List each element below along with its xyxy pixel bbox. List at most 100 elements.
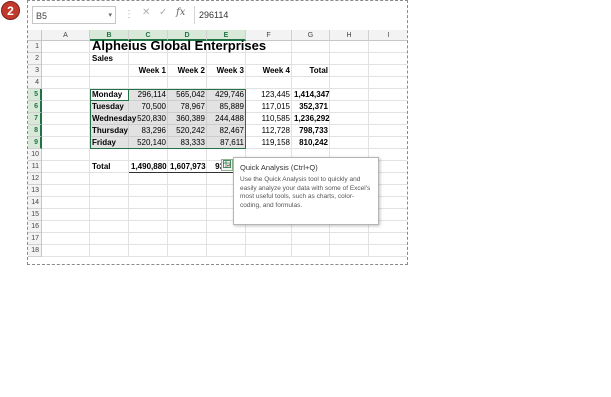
row-header-17[interactable]: 17 [28, 233, 42, 245]
grid-cell[interactable] [292, 41, 330, 53]
grid-cell[interactable] [42, 197, 90, 209]
grid-cell[interactable] [292, 53, 330, 65]
grid-cell[interactable] [129, 209, 168, 221]
row-header-6[interactable]: 6 [28, 101, 42, 113]
row-header-16[interactable]: 16 [28, 221, 42, 233]
grid-cell[interactable] [369, 125, 407, 137]
grid-cell[interactable] [246, 233, 292, 245]
grid-cell[interactable] [42, 233, 90, 245]
grid-cell[interactable] [369, 77, 407, 89]
grid-cell[interactable] [42, 161, 90, 173]
grid-cell[interactable] [168, 209, 207, 221]
grid-cell[interactable] [129, 77, 168, 89]
grid-cell[interactable] [129, 245, 168, 257]
row-header-11[interactable]: 11 [28, 161, 42, 173]
column-header-g[interactable]: G [292, 30, 330, 41]
row-header-9[interactable]: 9 [28, 137, 42, 149]
grid-cell[interactable] [90, 221, 129, 233]
grid-cell[interactable] [90, 185, 129, 197]
grid-cell[interactable] [42, 101, 90, 113]
grid-cell[interactable] [246, 245, 292, 257]
row-header-2[interactable]: 2 [28, 53, 42, 65]
row-header-13[interactable]: 13 [28, 185, 42, 197]
grid-cell[interactable] [129, 53, 168, 65]
grid-cell[interactable] [207, 77, 246, 89]
grid-cell[interactable] [42, 137, 90, 149]
grid-cell[interactable] [292, 77, 330, 89]
grid-cell[interactable] [168, 197, 207, 209]
grid-cell[interactable] [42, 89, 90, 101]
column-header-h[interactable]: H [330, 30, 369, 41]
grid-cell[interactable] [42, 53, 90, 65]
grid-cell[interactable] [42, 185, 90, 197]
grid-cell[interactable] [330, 101, 369, 113]
grid-cell[interactable] [369, 53, 407, 65]
grid-cell[interactable] [168, 233, 207, 245]
grid-cell[interactable] [90, 233, 129, 245]
grid-cell[interactable] [129, 185, 168, 197]
grid-cell[interactable] [129, 197, 168, 209]
row-header-8[interactable]: 8 [28, 125, 42, 137]
row-header-1[interactable]: 1 [28, 41, 42, 53]
grid-cell[interactable] [292, 233, 330, 245]
grid-cell[interactable] [90, 149, 129, 161]
worksheet-grid[interactable]: A B C D E F G H I 1 2 3 4 5 6 7 8 9 10 11 12 13 14 15 16 17 18 Alph… [28, 30, 407, 264]
grid-cell[interactable] [168, 185, 207, 197]
grid-cell[interactable] [168, 149, 207, 161]
grid-cell[interactable] [330, 233, 369, 245]
grid-cell[interactable] [246, 77, 292, 89]
row-header-15[interactable]: 15 [28, 209, 42, 221]
grid-cell[interactable] [90, 65, 129, 77]
grid-cell[interactable] [369, 41, 407, 53]
grid-cell[interactable] [292, 245, 330, 257]
grid-cell[interactable] [129, 233, 168, 245]
grid-cell[interactable] [369, 113, 407, 125]
grid-cell[interactable] [246, 53, 292, 65]
grid-cell[interactable] [330, 245, 369, 257]
row-header-10[interactable]: 10 [28, 149, 42, 161]
grid-cell[interactable] [129, 173, 168, 185]
name-box[interactable]: B5 ▾ [32, 6, 116, 24]
grid-cell[interactable] [90, 77, 129, 89]
chevron-down-icon[interactable]: ▾ [108, 7, 112, 25]
row-header-7[interactable]: 7 [28, 113, 42, 125]
row-header-18[interactable]: 18 [28, 245, 42, 257]
grid-cell[interactable] [168, 77, 207, 89]
grid-cell[interactable] [207, 53, 246, 65]
grid-cell[interactable] [207, 233, 246, 245]
grid-cell[interactable] [129, 221, 168, 233]
grid-cell[interactable] [330, 77, 369, 89]
column-header-a[interactable]: A [42, 30, 90, 41]
formula-input[interactable]: 296114 [194, 6, 407, 24]
grid-cell[interactable] [168, 173, 207, 185]
grid-cell[interactable] [42, 77, 90, 89]
grid-cell[interactable] [369, 89, 407, 101]
row-header-3[interactable]: 3 [28, 65, 42, 77]
grid-cell[interactable] [369, 137, 407, 149]
grid-cell[interactable] [330, 53, 369, 65]
grid-cell[interactable] [90, 245, 129, 257]
grid-cell[interactable] [42, 221, 90, 233]
select-all-corner[interactable] [28, 30, 42, 41]
grid-cell[interactable] [207, 245, 246, 257]
grid-cell[interactable] [330, 113, 369, 125]
grid-cell[interactable] [330, 137, 369, 149]
grid-cell[interactable] [129, 149, 168, 161]
row-header-12[interactable]: 12 [28, 173, 42, 185]
grid-cell[interactable] [90, 173, 129, 185]
grid-cell[interactable] [369, 233, 407, 245]
grid-cell[interactable] [90, 197, 129, 209]
grid-cell[interactable] [90, 209, 129, 221]
row-header-4[interactable]: 4 [28, 77, 42, 89]
grid-cell[interactable] [168, 221, 207, 233]
enter-icon[interactable]: ✓ [159, 7, 167, 18]
grid-cell[interactable] [42, 149, 90, 161]
grid-cell[interactable] [168, 53, 207, 65]
grid-cell[interactable] [42, 113, 90, 125]
quick-analysis-button[interactable] [221, 159, 233, 171]
grid-cell[interactable] [42, 65, 90, 77]
grid-cell[interactable] [330, 89, 369, 101]
grid-cell[interactable] [42, 209, 90, 221]
cancel-icon[interactable]: ✕ [142, 7, 150, 18]
grid-cell[interactable] [42, 41, 90, 53]
